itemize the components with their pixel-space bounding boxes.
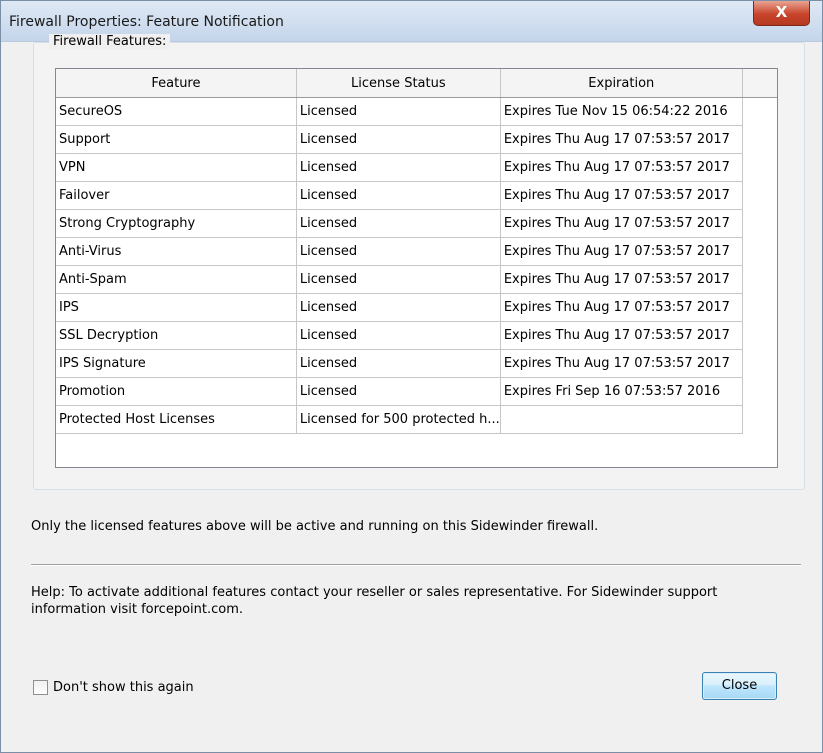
table-row[interactable]: Support Licensed Expires Thu Aug 17 07:5… [56, 125, 777, 154]
cell-expiration: Expires Thu Aug 17 07:53:57 2017 [500, 237, 743, 266]
cell-feature: VPN [56, 153, 297, 182]
row-filler [742, 377, 777, 406]
cell-expiration: Expires Thu Aug 17 07:53:57 2017 [500, 349, 743, 378]
cell-license-status: Licensed [296, 377, 501, 406]
cell-feature: SSL Decryption [56, 321, 297, 350]
cell-feature: Support [56, 125, 297, 154]
help-text: Help: To activate additional features co… [31, 585, 718, 617]
cell-feature: SecureOS [56, 97, 297, 126]
cell-feature: Failover [56, 181, 297, 210]
dont-show-again-checkbox[interactable] [33, 680, 48, 695]
row-filler [742, 321, 777, 350]
cell-license-status: Licensed [296, 349, 501, 378]
row-filler [742, 97, 777, 126]
cell-feature: IPS [56, 293, 297, 322]
cell-expiration: Expires Thu Aug 17 07:53:57 2017 [500, 125, 743, 154]
column-header-feature[interactable]: Feature [56, 69, 297, 98]
cell-expiration: Expires Thu Aug 17 07:53:57 2017 [500, 265, 743, 294]
dont-show-again-option[interactable]: Don't show this again [33, 680, 194, 695]
cell-license-status: Licensed [296, 153, 501, 182]
table-row[interactable]: IPS Signature Licensed Expires Thu Aug 1… [56, 349, 777, 378]
cell-expiration: Expires Thu Aug 17 07:53:57 2017 [500, 209, 743, 238]
cell-license-status: Licensed [296, 293, 501, 322]
cell-feature: IPS Signature [56, 349, 297, 378]
cell-expiration: Expires Thu Aug 17 07:53:57 2017 [500, 293, 743, 322]
dont-show-again-label[interactable]: Don't show this again [53, 680, 194, 695]
cell-license-status: Licensed [296, 181, 501, 210]
row-filler [742, 293, 777, 322]
cell-feature: Anti-Virus [56, 237, 297, 266]
cell-expiration: Expires Thu Aug 17 07:53:57 2017 [500, 181, 743, 210]
table-row[interactable]: Promotion Licensed Expires Fri Sep 16 07… [56, 377, 777, 406]
row-filler [742, 125, 777, 154]
cell-expiration: Expires Thu Aug 17 07:53:57 2017 [500, 153, 743, 182]
table-row[interactable]: Anti-Virus Licensed Expires Thu Aug 17 0… [56, 237, 777, 266]
separator [31, 564, 801, 566]
cell-expiration: Expires Tue Nov 15 06:54:22 2016 [500, 97, 743, 126]
cell-license-status: Licensed [296, 97, 501, 126]
cell-feature: Promotion [56, 377, 297, 406]
column-header-expiration[interactable]: Expiration [500, 69, 743, 98]
cell-expiration: Expires Fri Sep 16 07:53:57 2016 [500, 377, 743, 406]
column-header-license-status[interactable]: License Status [296, 69, 501, 98]
cell-license-status: Licensed [296, 321, 501, 350]
row-filler [742, 209, 777, 238]
row-filler [742, 405, 777, 434]
licensed-features-note: Only the licensed features above will be… [31, 519, 599, 534]
table-row[interactable]: Protected Host Licenses Licensed for 500… [56, 405, 777, 434]
row-filler [742, 349, 777, 378]
cell-license-status: Licensed for 500 protected h... [296, 405, 501, 434]
row-filler [742, 265, 777, 294]
cell-license-status: Licensed [296, 237, 501, 266]
cell-license-status: Licensed [296, 125, 501, 154]
window-close-icon[interactable]: X [753, 1, 810, 26]
cell-feature: Anti-Spam [56, 265, 297, 294]
cell-license-status: Licensed [296, 265, 501, 294]
cell-feature: Strong Cryptography [56, 209, 297, 238]
features-table[interactable]: Feature License Status Expiration Secure… [55, 68, 778, 468]
row-filler [742, 153, 777, 182]
window-title: Firewall Properties: Feature Notificatio… [9, 14, 284, 30]
row-filler [742, 237, 777, 266]
cell-expiration: Expires Thu Aug 17 07:53:57 2017 [500, 321, 743, 350]
row-filler [742, 181, 777, 210]
table-row[interactable]: IPS Licensed Expires Thu Aug 17 07:53:57… [56, 293, 777, 322]
header-filler [742, 69, 777, 98]
cell-expiration [500, 405, 743, 434]
cell-feature: Protected Host Licenses [56, 405, 297, 434]
table-row[interactable]: SSL Decryption Licensed Expires Thu Aug … [56, 321, 777, 350]
group-label: Firewall Features: [49, 34, 171, 49]
table-row[interactable]: Strong Cryptography Licensed Expires Thu… [56, 209, 777, 238]
close-button[interactable]: Close [702, 672, 777, 700]
table-row[interactable]: VPN Licensed Expires Thu Aug 17 07:53:57… [56, 153, 777, 182]
table-header-row: Feature License Status Expiration [56, 69, 777, 98]
table-row[interactable]: Anti-Spam Licensed Expires Thu Aug 17 07… [56, 265, 777, 294]
cell-license-status: Licensed [296, 209, 501, 238]
dialog-window: Firewall Properties: Feature Notificatio… [0, 0, 823, 753]
table-row[interactable]: Failover Licensed Expires Thu Aug 17 07:… [56, 181, 777, 210]
table-row[interactable]: SecureOS Licensed Expires Tue Nov 15 06:… [56, 97, 777, 126]
